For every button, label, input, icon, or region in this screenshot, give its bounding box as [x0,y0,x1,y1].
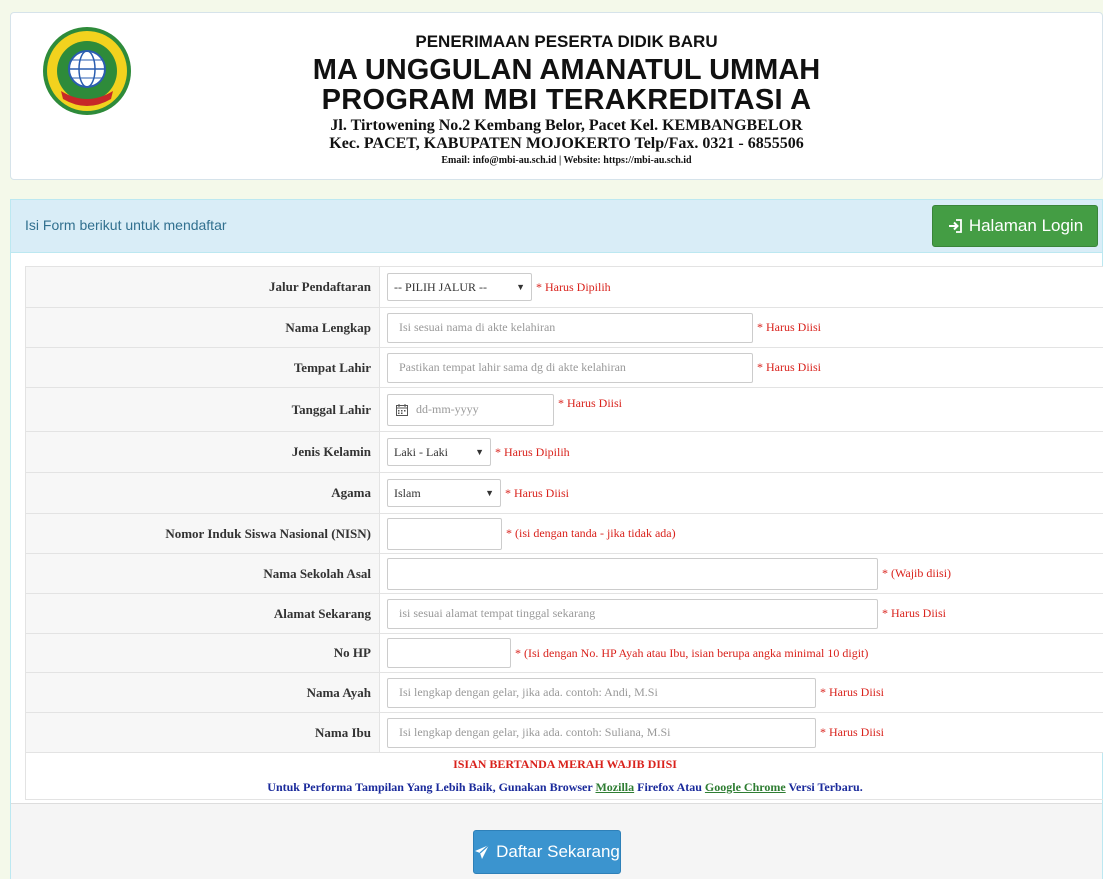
alamat-input[interactable]: isi sesuai alamat tempat tinggal sekaran… [387,598,878,629]
label-agama: Agama [25,472,380,514]
browser-note-pre: Untuk Performa Tampilan Yang Lebih Baik,… [267,779,596,794]
jalur-select-value: -- PILIH JALUR -- [394,279,487,294]
sign-in-icon [948,219,962,233]
nisn-input[interactable] [387,517,502,550]
paper-plane-icon [475,844,490,859]
label-tanggal: Tanggal Lahir [25,387,380,432]
submit-button-label: Daftar Sekarang [496,842,620,861]
label-hp: No HP [25,633,380,673]
mozilla-link[interactable]: Mozilla [595,780,634,794]
ayah-placeholder: Isi lengkap dengan gelar, jika ada. cont… [399,685,658,699]
tempat-input[interactable]: Pastikan tempat lahir sama dg di akte ke… [387,352,753,383]
kelamin-select-value: Laki - Laki [394,444,448,459]
tempat-note: * Harus Diisi [757,360,821,374]
panel-footer: Daftar Sekarang [11,803,1102,879]
submit-button[interactable]: Daftar Sekarang [473,830,621,874]
label-ayah: Nama Ayah [25,672,380,713]
header-card: PENERIMAAN PESERTA DIDIK BARU MA UNGGULA… [10,12,1103,180]
nama-input[interactable]: Isi sesuai nama di akte kelahiran [387,312,753,343]
row-alamat: Alamat Sekarang isi sesuai alamat tempat… [25,593,1103,634]
label-alamat: Alamat Sekarang [25,593,380,634]
agama-note: * Harus Diisi [505,485,569,500]
row-note-browser: Untuk Performa Tampilan Yang Lebih Baik,… [25,775,1103,800]
tanggal-note: * Harus Diisi [558,395,622,410]
ayah-input[interactable]: Isi lengkap dengan gelar, jika ada. cont… [387,677,816,708]
jalur-note: * Harus Dipilih [536,279,611,294]
sekolah-input[interactable] [387,557,878,590]
row-agama: Agama Islam ▼ * Harus Diisi [25,472,1103,514]
row-jalur: Jalur Pendaftaran -- PILIH JALUR -- ▼ * … [25,266,1103,308]
registration-form: Jalur Pendaftaran -- PILIH JALUR -- ▼ * … [25,266,1103,800]
label-tempat: Tempat Lahir [25,347,380,388]
kelamin-note: * Harus Dipilih [495,444,570,459]
tempat-placeholder: Pastikan tempat lahir sama dg di akte ke… [399,360,626,374]
ibu-placeholder: Isi lengkap dengan gelar, jika ada. cont… [399,725,671,739]
browser-note-mid: Firefox Atau [634,779,705,794]
row-nama: Nama Lengkap Isi sesuai nama di akte kel… [25,307,1103,348]
hp-note: * (Isi dengan No. HP Ayah atau Ibu, isia… [515,645,869,660]
tanggal-placeholder: dd-mm-yyyy [416,402,479,416]
row-hp: No HP * (Isi dengan No. HP Ayah atau Ibu… [25,633,1103,673]
required-note: ISIAN BERTANDA MERAH WAJIB DIISI [25,752,1103,775]
header-title-small: PENERIMAAN PESERTA DIDIK BARU [415,32,718,51]
nama-placeholder: Isi sesuai nama di akte kelahiran [399,320,556,334]
nisn-note: * (isi dengan tanda - jika tidak ada) [506,526,676,540]
chevron-down-icon: ▼ [485,488,494,498]
header-program: PROGRAM MBI TERAKREDITASI A [321,84,812,116]
header-email-website: Email: info@mbi-au.sch.id | Website: htt… [441,155,692,166]
login-button[interactable]: Halaman Login [932,205,1098,247]
row-note-required: ISIAN BERTANDA MERAH WAJIB DIISI [25,752,1103,775]
label-jalur: Jalur Pendaftaran [25,266,380,308]
kelamin-select[interactable]: Laki - Laki ▼ [387,438,491,466]
header-address-1: Jl. Tirtowening No.2 Kembang Belor, Pace… [330,117,803,134]
calendar-icon [396,403,408,416]
ibu-note: * Harus Diisi [820,725,884,739]
agama-select-value: Islam [394,485,421,500]
chevron-down-icon: ▼ [475,447,484,457]
panel-heading: Isi Form berikut untuk mendaftar Halaman… [11,200,1102,253]
row-sekolah: Nama Sekolah Asal * (Wajib diisi) [25,553,1103,594]
browser-note-post: Versi Terbaru. [785,779,863,794]
label-sekolah: Nama Sekolah Asal [25,553,380,594]
row-nisn: Nomor Induk Siswa Nasional (NISN) * (isi… [25,513,1103,554]
label-nama: Nama Lengkap [25,307,380,348]
chevron-down-icon: ▼ [516,282,525,292]
row-tempat: Tempat Lahir Pastikan tempat lahir sama … [25,347,1103,388]
row-tanggal: Tanggal Lahir dd-mm-yyyy * Harus Diisi [25,387,1103,432]
registration-panel: Isi Form berikut untuk mendaftar Halaman… [10,199,1103,879]
jalur-select[interactable]: -- PILIH JALUR -- ▼ [387,273,532,301]
login-button-label: Halaman Login [968,216,1084,235]
ayah-note: * Harus Diisi [820,685,884,699]
header-school-name: MA UNGGULAN AMANATUL UMMAH [312,54,821,86]
header-address-2: Kec. PACET, KABUPATEN MOJOKERTO Telp/Fax… [329,135,804,152]
row-ibu: Nama Ibu Isi lengkap dengan gelar, jika … [25,712,1103,753]
agama-select[interactable]: Islam ▼ [387,479,501,507]
row-kelamin: Jenis Kelamin Laki - Laki ▼ * Harus Dipi… [25,431,1103,473]
tanggal-input[interactable]: dd-mm-yyyy [387,393,554,426]
panel-title: Isi Form berikut untuk mendaftar [25,217,227,233]
chrome-link[interactable]: Google Chrome [705,780,786,794]
row-ayah: Nama Ayah Isi lengkap dengan gelar, jika… [25,672,1103,713]
hp-input[interactable] [387,638,511,668]
label-kelamin: Jenis Kelamin [25,431,380,473]
alamat-placeholder: isi sesuai alamat tempat tinggal sekaran… [399,606,596,620]
ibu-input[interactable]: Isi lengkap dengan gelar, jika ada. cont… [387,717,816,748]
label-ibu: Nama Ibu [25,712,380,753]
alamat-note: * Harus Diisi [882,606,946,620]
nama-note: * Harus Diisi [757,320,821,334]
page: PENERIMAAN PESERTA DIDIK BARU MA UNGGULA… [10,12,1103,879]
label-nisn: Nomor Induk Siswa Nasional (NISN) [25,513,380,554]
sekolah-note: * (Wajib diisi) [882,566,952,580]
browser-note: Untuk Performa Tampilan Yang Lebih Baik,… [25,775,1103,800]
